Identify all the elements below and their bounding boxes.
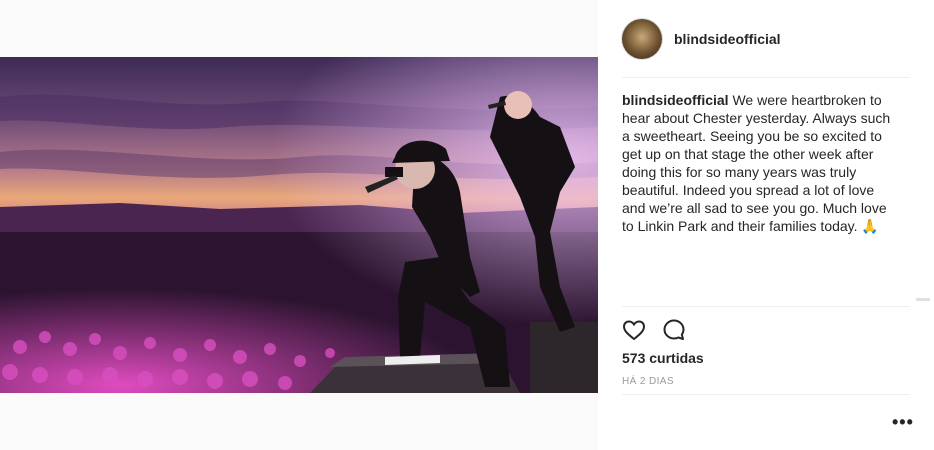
post-caption: blindsideofficial We were heartbroken to… [622, 91, 892, 235]
caption-username[interactable]: blindsideofficial [622, 92, 729, 108]
more-options-icon[interactable]: ••• [892, 413, 914, 431]
post-photo[interactable] [0, 57, 598, 393]
header-username[interactable]: blindsideofficial [674, 31, 781, 47]
header-divider [622, 77, 910, 78]
scrollbar-thumb[interactable] [916, 298, 930, 301]
like-count[interactable]: 573 curtidas [622, 350, 704, 366]
footer-divider [622, 394, 910, 395]
action-bar [622, 318, 686, 342]
concert-photo-illustration [0, 57, 598, 393]
post-timestamp[interactable]: HÁ 2 DIAS [622, 376, 674, 387]
post-side-panel: blindsideofficial blindsideofficial We w… [598, 0, 934, 450]
post-header: blindsideofficial [622, 19, 781, 59]
actions-divider [622, 306, 910, 307]
comment-icon[interactable] [662, 318, 686, 342]
caption-text: We were heartbroken to hear about Cheste… [622, 92, 891, 234]
photo-area [0, 0, 598, 450]
avatar[interactable] [622, 19, 662, 59]
heart-icon[interactable] [622, 318, 646, 342]
